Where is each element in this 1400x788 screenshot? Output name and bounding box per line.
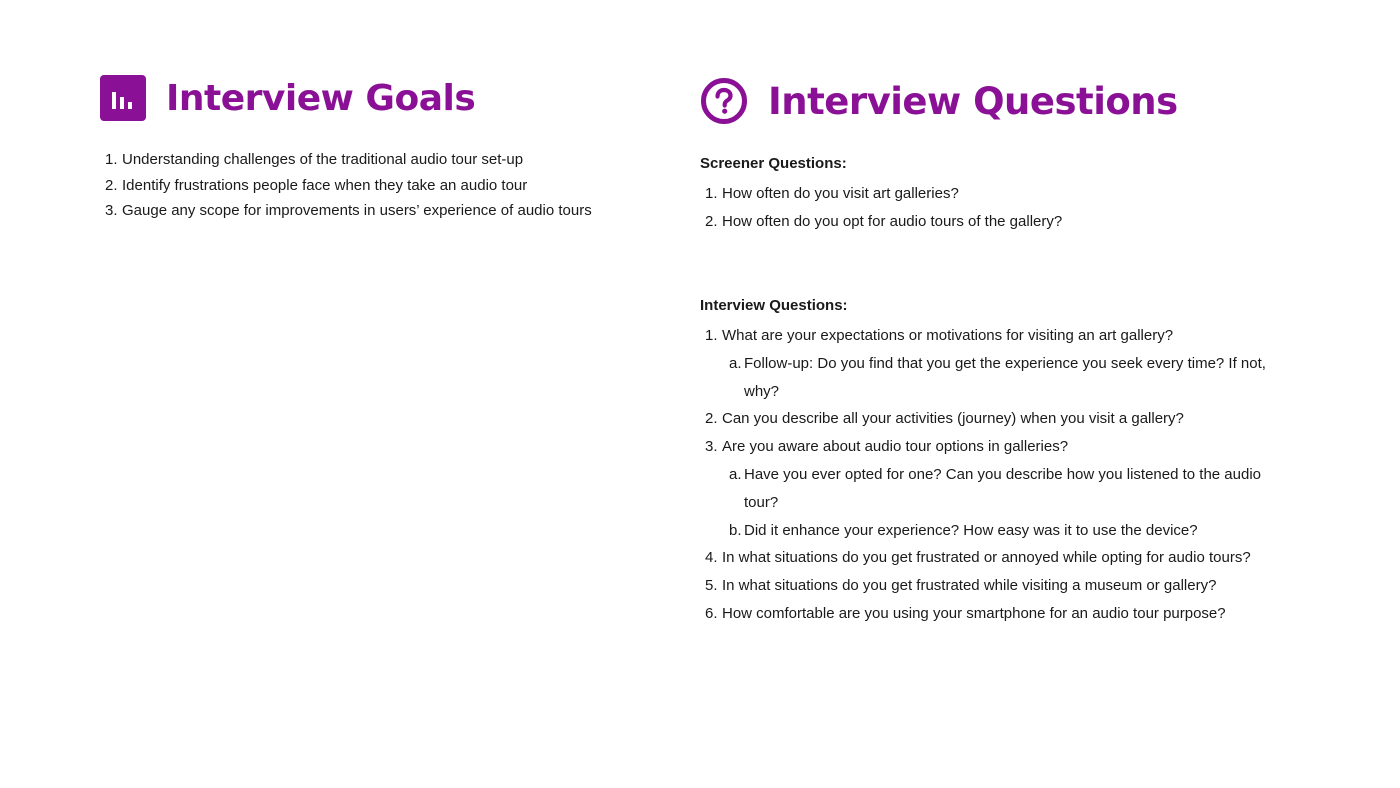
sub-list-item: a. Have you ever opted for one? Can you … bbox=[700, 461, 1290, 517]
list-marker: 1. bbox=[705, 185, 718, 202]
list-item: 1. What are your expectations or motivat… bbox=[700, 322, 1290, 350]
interview-questions-list: 1. What are your expectations or motivat… bbox=[700, 322, 1290, 628]
list-marker: 2. bbox=[705, 410, 718, 428]
bar-chart-icon bbox=[100, 75, 146, 121]
list-item-text: Are you aware about audio tour options i… bbox=[722, 438, 1069, 456]
list-item-text: Gauge any scope for improvements in user… bbox=[122, 202, 592, 219]
list-marker: a. bbox=[729, 354, 742, 372]
list-item: 6. How comfortable are you using your sm… bbox=[700, 600, 1290, 628]
list-item: 3. Gauge any scope for improvements in u… bbox=[100, 198, 592, 224]
list-marker: 5. bbox=[705, 577, 718, 595]
list-marker: 6. bbox=[705, 604, 718, 622]
page: Interview Goals 1. Understanding challen… bbox=[0, 0, 1400, 788]
questions-heading: Interview Questions bbox=[700, 77, 1178, 125]
list-marker: 1. bbox=[105, 151, 118, 168]
list-item-text: In what situations do you get frustrated… bbox=[722, 549, 1251, 567]
goals-list: 1. Understanding challenges of the tradi… bbox=[100, 147, 592, 224]
list-marker: 3. bbox=[705, 438, 718, 456]
list-item: 2. How often do you opt for audio tours … bbox=[700, 208, 1062, 236]
list-item: 3. Are you aware about audio tour option… bbox=[700, 433, 1290, 461]
list-item-text: Did it enhance your experience? How easy… bbox=[744, 521, 1198, 539]
list-item: 2. Identify frustrations people face whe… bbox=[100, 173, 592, 199]
list-item-text: Follow-up: Do you find that you get the … bbox=[744, 354, 1266, 400]
list-item: 5. In what situations do you get frustra… bbox=[700, 572, 1290, 600]
list-item-text: How often do you opt for audio tours of … bbox=[722, 212, 1063, 230]
question-circle-icon bbox=[700, 77, 748, 125]
list-marker: b. bbox=[729, 521, 742, 539]
list-marker: 1. bbox=[705, 327, 718, 344]
screener-questions-title: Screener Questions: bbox=[700, 155, 847, 172]
sub-list-item: b. Did it enhance your experience? How e… bbox=[700, 517, 1290, 545]
list-item: 4. In what situations do you get frustra… bbox=[700, 544, 1290, 572]
questions-title: Interview Questions bbox=[768, 79, 1178, 123]
list-marker: 4. bbox=[705, 549, 718, 567]
list-item-text: Identify frustrations people face when t… bbox=[122, 176, 528, 194]
list-item-text: Have you ever opted for one? Can you des… bbox=[744, 465, 1262, 511]
list-marker: 3. bbox=[105, 202, 118, 219]
goals-heading: Interview Goals bbox=[100, 75, 476, 121]
list-item: 1. Understanding challenges of the tradi… bbox=[100, 147, 592, 173]
list-marker: a. bbox=[729, 465, 742, 483]
screener-questions-list: 1. How often do you visit art galleries?… bbox=[700, 180, 1062, 236]
list-item-text: Understanding challenges of the traditio… bbox=[122, 151, 524, 168]
list-item: 2. Can you describe all your activities … bbox=[700, 405, 1290, 433]
sub-list-item: a. Follow-up: Do you find that you get t… bbox=[700, 350, 1290, 406]
list-item-text: Can you describe all your activities (jo… bbox=[722, 410, 1184, 428]
list-item-text: In what situations do you get frustrated… bbox=[722, 577, 1217, 595]
goals-title: Interview Goals bbox=[166, 77, 476, 119]
list-item: 1. How often do you visit art galleries? bbox=[700, 180, 1062, 208]
list-item-text: How often do you visit art galleries? bbox=[722, 185, 959, 202]
list-marker: 2. bbox=[705, 212, 718, 230]
list-marker: 2. bbox=[105, 176, 118, 194]
list-item-text: What are your expectations or motivation… bbox=[722, 327, 1174, 344]
interview-questions-title: Interview Questions: bbox=[700, 297, 848, 314]
list-item-text: How comfortable are you using your smart… bbox=[722, 604, 1226, 622]
